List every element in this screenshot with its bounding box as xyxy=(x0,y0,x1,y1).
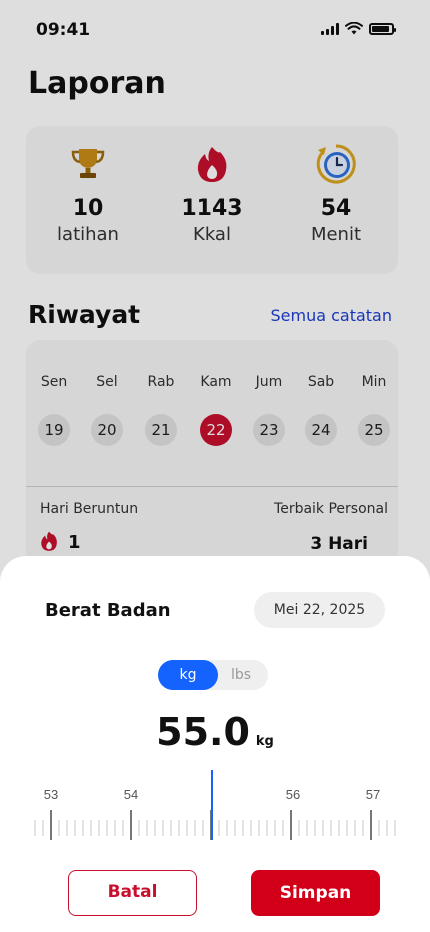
ruler-minor-tick xyxy=(226,820,228,836)
ruler-minor-tick xyxy=(258,820,260,836)
ruler-minor-tick xyxy=(178,820,180,836)
ruler-major-tick xyxy=(130,810,132,840)
ruler-minor-tick xyxy=(306,820,308,836)
ruler-minor-tick xyxy=(266,820,268,836)
ruler-minor-tick xyxy=(42,820,44,836)
ruler-minor-tick xyxy=(250,820,252,836)
ruler-minor-tick xyxy=(146,820,148,836)
ruler-label: 54 xyxy=(124,787,138,802)
ruler-minor-tick xyxy=(138,820,140,836)
ruler-minor-tick xyxy=(354,820,356,836)
ruler-minor-tick xyxy=(346,820,348,836)
ruler-major-tick xyxy=(290,810,292,840)
sheet-title: Berat Badan xyxy=(45,600,171,621)
date-selector[interactable]: Mei 22, 2025 xyxy=(254,592,385,628)
ruler-minor-tick xyxy=(34,820,36,836)
weight-ruler-slider[interactable]: 53 54 56 57 xyxy=(30,768,400,852)
ruler-minor-tick xyxy=(154,820,156,836)
ruler-minor-tick xyxy=(170,820,172,836)
ruler-minor-tick xyxy=(322,820,324,836)
ruler-minor-tick xyxy=(194,820,196,836)
ruler-minor-tick xyxy=(162,820,164,836)
ruler-minor-tick xyxy=(394,820,396,836)
ruler-minor-tick xyxy=(386,820,388,836)
ruler-minor-tick xyxy=(234,820,236,836)
ruler-minor-tick xyxy=(90,820,92,836)
ruler-minor-tick xyxy=(330,820,332,836)
ruler-scale: 53 54 56 57 xyxy=(34,770,396,840)
ruler-minor-tick xyxy=(378,820,380,836)
ruler-minor-tick xyxy=(98,820,100,836)
ruler-label: 56 xyxy=(286,787,300,802)
ruler-label: 57 xyxy=(366,787,380,802)
ruler-minor-tick xyxy=(122,820,124,836)
report-screen: 09:41 Laporan 10 latihan 1143 Kkal 54 Me… xyxy=(0,0,430,932)
ruler-minor-tick xyxy=(274,820,276,836)
ruler-major-tick xyxy=(50,810,52,840)
ruler-minor-tick xyxy=(298,820,300,836)
ruler-minor-tick xyxy=(82,820,84,836)
ruler-minor-tick xyxy=(58,820,60,836)
weight-bottom-sheet: Berat Badan Mei 22, 2025 lbs kg 55.0 kg 5… xyxy=(0,556,430,932)
ruler-minor-tick xyxy=(242,820,244,836)
ruler-major-tick xyxy=(370,810,372,840)
unit-toggle: lbs kg xyxy=(158,660,268,690)
ruler-minor-tick xyxy=(74,820,76,836)
ruler-minor-tick xyxy=(114,820,116,836)
ruler-indicator xyxy=(211,770,213,840)
ruler-minor-tick xyxy=(106,820,108,836)
ruler-minor-tick xyxy=(314,820,316,836)
unit-lbs-option[interactable]: lbs xyxy=(214,660,268,690)
ruler-minor-tick xyxy=(362,820,364,836)
ruler-minor-tick xyxy=(338,820,340,836)
ruler-minor-tick xyxy=(186,820,188,836)
weight-display: 55.0 kg xyxy=(0,710,430,754)
ruler-minor-tick xyxy=(282,820,284,836)
ruler-minor-tick xyxy=(66,820,68,836)
weight-value: 55.0 xyxy=(156,710,250,754)
unit-kg-option[interactable]: kg xyxy=(158,660,218,690)
weight-unit: kg xyxy=(255,734,274,749)
ruler-minor-tick xyxy=(202,820,204,836)
ruler-minor-tick xyxy=(218,820,220,836)
save-button[interactable]: Simpan xyxy=(251,870,380,916)
ruler-label: 53 xyxy=(44,787,58,802)
cancel-button[interactable]: Batal xyxy=(68,870,197,916)
